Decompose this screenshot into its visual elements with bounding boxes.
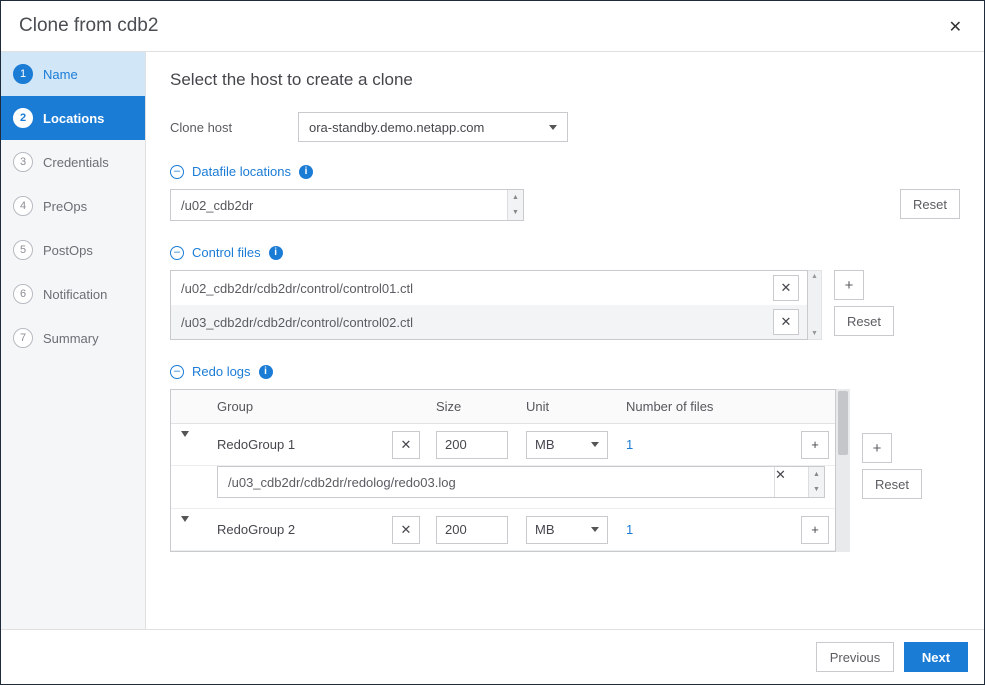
main-panel: Select the host to create a clone Clone … bbox=[146, 52, 984, 629]
redolog-file-row: /u03_cdb2dr/cdb2dr/redolog/redo03.log ✕ … bbox=[171, 466, 835, 509]
delete-file-button[interactable]: ✕ bbox=[774, 467, 808, 497]
step-label: PostOps bbox=[43, 243, 93, 258]
step-label: PreOps bbox=[43, 199, 87, 214]
clone-host-label: Clone host bbox=[170, 120, 298, 135]
add-redogroup-button[interactable]: + bbox=[862, 433, 892, 463]
redogroup-row: RedoGroup 2 ✕ 200 MB 1 + bbox=[171, 509, 835, 551]
redogroup-name: RedoGroup 2 bbox=[207, 522, 382, 537]
num-files-link[interactable]: 1 bbox=[616, 522, 791, 537]
add-file-button[interactable]: + bbox=[801, 431, 829, 459]
controlfile-row: /u02_cdb2dr/cdb2dr/control/control01.ctl… bbox=[171, 271, 807, 305]
step-locations[interactable]: 2 Locations bbox=[1, 96, 145, 140]
step-number: 3 bbox=[13, 152, 33, 172]
scrollbar[interactable] bbox=[836, 389, 850, 552]
datafile-stepper[interactable]: ▲▼ bbox=[507, 190, 523, 220]
page-heading: Select the host to create a clone bbox=[170, 70, 960, 90]
expand-row-icon[interactable] bbox=[181, 516, 189, 537]
redologs-table: Group Size Unit Number of files RedoGrou… bbox=[170, 389, 836, 552]
delete-group-button[interactable]: ✕ bbox=[392, 431, 420, 459]
close-icon[interactable]: ✕ bbox=[945, 15, 966, 39]
redologs-title: Redo logs bbox=[192, 364, 251, 379]
step-notification[interactable]: 6 Notification bbox=[1, 272, 145, 316]
col-num: Number of files bbox=[616, 399, 791, 414]
delete-row-button[interactable]: ✕ bbox=[773, 309, 799, 335]
clone-host-value: ora-standby.demo.netapp.com bbox=[309, 120, 484, 135]
controlfiles-reset-button[interactable]: Reset bbox=[834, 306, 894, 336]
clone-host-select[interactable]: ora-standby.demo.netapp.com bbox=[298, 112, 568, 142]
step-label: Notification bbox=[43, 287, 107, 302]
info-icon[interactable]: i bbox=[259, 365, 273, 379]
step-name[interactable]: 1 Name bbox=[1, 52, 145, 96]
step-number: 1 bbox=[13, 64, 33, 84]
redologs-section-head: – Redo logs i bbox=[170, 364, 960, 379]
step-number: 5 bbox=[13, 240, 33, 260]
size-input[interactable]: 200 bbox=[436, 516, 508, 544]
col-unit: Unit bbox=[516, 399, 616, 414]
step-label: Name bbox=[43, 67, 78, 82]
step-number: 4 bbox=[13, 196, 33, 216]
controlfiles-wrap: /u02_cdb2dr/cdb2dr/control/control01.ctl… bbox=[170, 270, 960, 340]
collapse-icon[interactable]: – bbox=[170, 365, 184, 379]
col-size: Size bbox=[426, 399, 516, 414]
step-preops[interactable]: 4 PreOps bbox=[1, 184, 145, 228]
datafile-section-head: – Datafile locations i bbox=[170, 164, 960, 179]
controlfiles-list: /u02_cdb2dr/cdb2dr/control/control01.ctl… bbox=[170, 270, 808, 340]
num-files-link[interactable]: 1 bbox=[616, 437, 791, 452]
step-label: Summary bbox=[43, 331, 99, 346]
datafile-title: Datafile locations bbox=[192, 164, 291, 179]
next-button[interactable]: Next bbox=[904, 642, 968, 672]
chevron-down-icon bbox=[549, 125, 557, 130]
controlfiles-title: Control files bbox=[192, 245, 261, 260]
delete-group-button[interactable]: ✕ bbox=[392, 516, 420, 544]
delete-row-button[interactable]: ✕ bbox=[773, 275, 799, 301]
step-number: 6 bbox=[13, 284, 33, 304]
clone-dialog: Clone from cdb2 ✕ 1 Name 2 Locations 3 C… bbox=[0, 0, 985, 685]
step-label: Locations bbox=[43, 111, 104, 126]
dialog-body: 1 Name 2 Locations 3 Credentials 4 PreOp… bbox=[1, 51, 984, 629]
collapse-icon[interactable]: – bbox=[170, 246, 184, 260]
datafile-input[interactable] bbox=[171, 198, 507, 213]
wizard-sidebar: 1 Name 2 Locations 3 Credentials 4 PreOp… bbox=[1, 52, 146, 629]
step-number: 7 bbox=[13, 328, 33, 348]
redologs-wrap: Group Size Unit Number of files RedoGrou… bbox=[170, 389, 960, 552]
redologs-header: Group Size Unit Number of files bbox=[171, 390, 835, 424]
file-stepper[interactable]: ▲▼ bbox=[808, 467, 824, 497]
controlfile-path[interactable]: /u02_cdb2dr/cdb2dr/control/control01.ctl bbox=[181, 281, 767, 296]
datafile-input-wrap: ▲▼ bbox=[170, 189, 524, 221]
scrollbar[interactable]: ▲▼ bbox=[808, 270, 822, 340]
titlebar: Clone from cdb2 ✕ bbox=[1, 1, 984, 51]
chevron-down-icon bbox=[591, 442, 599, 447]
step-credentials[interactable]: 3 Credentials bbox=[1, 140, 145, 184]
redologs-reset-button[interactable]: Reset bbox=[862, 469, 922, 499]
unit-select[interactable]: MB bbox=[526, 431, 608, 459]
unit-select[interactable]: MB bbox=[526, 516, 608, 544]
expand-row-icon[interactable] bbox=[181, 431, 189, 452]
chevron-down-icon bbox=[591, 527, 599, 532]
info-icon[interactable]: i bbox=[299, 165, 313, 179]
clone-host-row: Clone host ora-standby.demo.netapp.com bbox=[170, 112, 960, 142]
step-number: 2 bbox=[13, 108, 33, 128]
redogroup-row: RedoGroup 1 ✕ 200 MB 1 + bbox=[171, 424, 835, 466]
controlfiles-side-buttons: + Reset bbox=[834, 270, 894, 336]
step-summary[interactable]: 7 Summary bbox=[1, 316, 145, 360]
info-icon[interactable]: i bbox=[269, 246, 283, 260]
step-label: Credentials bbox=[43, 155, 109, 170]
controlfile-row: /u03_cdb2dr/cdb2dr/control/control02.ctl… bbox=[171, 305, 807, 339]
redolog-file-path[interactable]: /u03_cdb2dr/cdb2dr/redolog/redo03.log bbox=[218, 467, 774, 497]
dialog-footer: Previous Next bbox=[1, 629, 984, 684]
previous-button[interactable]: Previous bbox=[816, 642, 894, 672]
collapse-icon[interactable]: – bbox=[170, 165, 184, 179]
datafile-reset-button[interactable]: Reset bbox=[900, 189, 960, 219]
step-postops[interactable]: 5 PostOps bbox=[1, 228, 145, 272]
add-file-button[interactable]: + bbox=[801, 516, 829, 544]
redogroup-name: RedoGroup 1 bbox=[207, 437, 382, 452]
controlfile-path[interactable]: /u03_cdb2dr/cdb2dr/control/control02.ctl bbox=[181, 315, 767, 330]
add-controlfile-button[interactable]: + bbox=[834, 270, 864, 300]
col-group: Group bbox=[207, 399, 382, 414]
dialog-title: Clone from cdb2 bbox=[19, 15, 158, 37]
controlfiles-section-head: – Control files i bbox=[170, 245, 960, 260]
size-input[interactable]: 200 bbox=[436, 431, 508, 459]
redologs-side-buttons: + Reset bbox=[862, 433, 922, 499]
datafile-row: ▲▼ Reset bbox=[170, 189, 960, 221]
